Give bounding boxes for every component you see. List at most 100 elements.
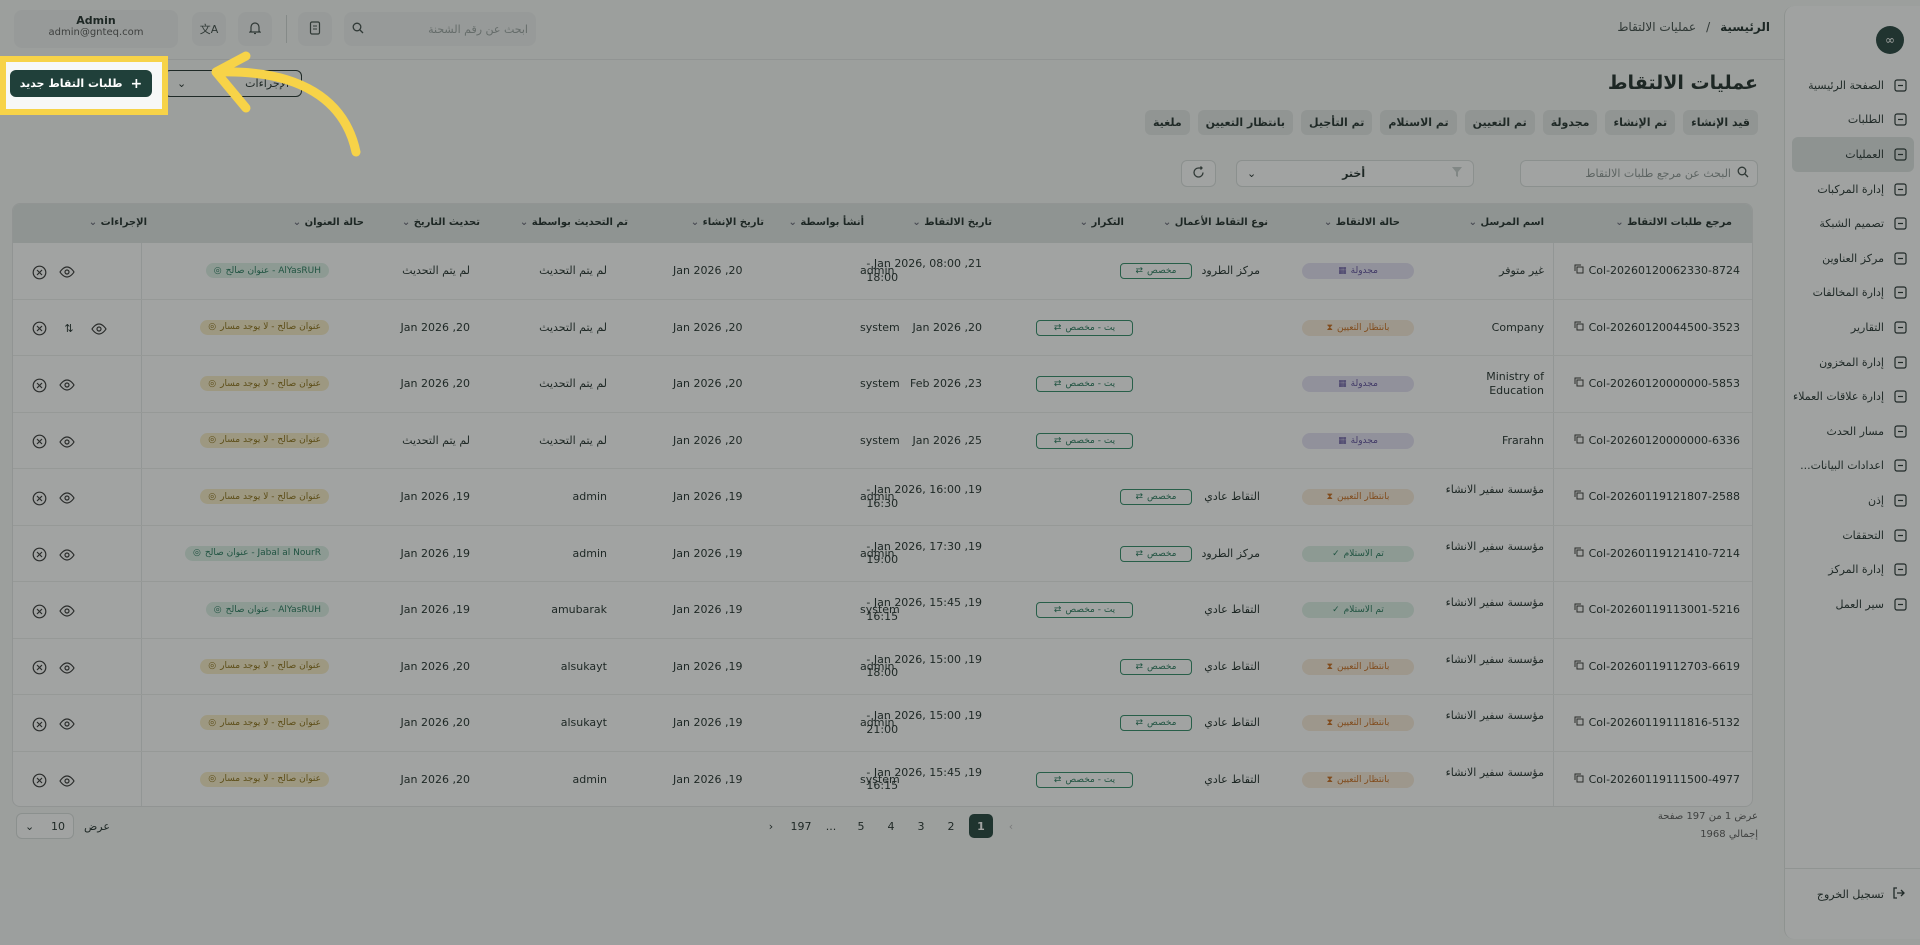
language-button[interactable]: 文A (192, 12, 226, 46)
view-eye-icon[interactable] (59, 434, 75, 450)
pickup-reference[interactable]: Col-20260120044500-3523 (1574, 321, 1740, 334)
cancel-icon[interactable] (31, 716, 47, 732)
sidebar-item-crm[interactable]: إدارة علاقات العملاء (1792, 379, 1914, 414)
view-eye-icon[interactable] (91, 321, 107, 337)
prev-page-button[interactable]: ‹ (999, 814, 1023, 838)
next-page-button[interactable]: › (759, 814, 783, 838)
sidebar-item-hub[interactable]: إدارة المركز (1792, 552, 1914, 587)
pickup-reference[interactable]: Col-20260120062330-8724 (1574, 264, 1740, 277)
cancel-icon[interactable] (31, 773, 47, 789)
cancel-icon[interactable] (31, 434, 47, 450)
cancel-icon[interactable] (31, 603, 47, 619)
new-pickup-button[interactable]: + طلبات التقاط جديد (10, 70, 152, 97)
refresh-button[interactable] (1181, 160, 1216, 187)
tab-status[interactable]: بانتظار التعيين (1197, 110, 1294, 135)
column-header[interactable]: مرجع طلبات الالتقاط ⌄ (1615, 217, 1732, 228)
copy-icon[interactable] (1574, 490, 1584, 503)
view-eye-icon[interactable] (59, 603, 75, 619)
logo-icon[interactable]: ∞ (1876, 26, 1904, 54)
pickup-search-input[interactable]: البحث عن مرجع طلبات الالتقاط (1520, 160, 1758, 187)
tab-status[interactable]: تم التعيين (1464, 110, 1535, 135)
sidebar-item-database[interactable]: اعدادات البيانات... (1792, 449, 1914, 484)
page-button[interactable]: 4 (879, 814, 903, 838)
view-eye-icon[interactable] (59, 264, 75, 280)
column-header[interactable]: أنشأ بواسطة ⌄ (788, 217, 864, 228)
copy-icon[interactable] (1574, 773, 1584, 786)
breadcrumb-home[interactable]: الرئيسية (1720, 20, 1770, 34)
sidebar-item-report[interactable]: التقارير (1792, 310, 1914, 345)
sidebar-item-orders[interactable]: الطلبات (1792, 103, 1914, 138)
column-header[interactable]: تاريخ الإنشاء ⌄ (691, 217, 764, 228)
copy-icon[interactable] (1574, 377, 1584, 390)
copy-icon[interactable] (1574, 547, 1584, 560)
view-eye-icon[interactable] (59, 547, 75, 563)
tab-status[interactable]: تم التأجيل (1301, 110, 1373, 135)
pickup-reference[interactable]: Col-20260120000000-5853 (1574, 377, 1740, 390)
sidebar-item-permission[interactable]: إذن (1792, 483, 1914, 518)
sidebar-item-operations[interactable]: العمليات (1792, 137, 1914, 172)
pickup-reference[interactable]: Col-20260119111500-4977 (1574, 773, 1740, 786)
column-header[interactable]: حالة الالتقاط ⌄ (1324, 217, 1400, 228)
sidebar-item-network[interactable]: تصميم الشبكة (1792, 206, 1914, 241)
page-size-select[interactable]: ⌄ 10 (16, 813, 74, 839)
actions-dropdown[interactable]: ⌄ الإجراءات (164, 70, 302, 97)
column-header[interactable]: التكرار ⌄ (1080, 217, 1124, 228)
tab-status[interactable]: تم الاستلام (1380, 110, 1457, 135)
column-header[interactable]: تحديث التاريخ ⌄ (402, 217, 480, 228)
column-header[interactable]: نوع التقاط الأعمال ⌄ (1163, 217, 1268, 228)
sidebar-item-workflow[interactable]: سير العمل (1792, 587, 1914, 622)
cancel-icon[interactable] (31, 377, 47, 393)
cancel-icon[interactable] (31, 264, 47, 280)
pickup-reference[interactable]: Col-20260119121807-2588 (1574, 490, 1740, 503)
cancel-icon[interactable] (31, 490, 47, 506)
pickup-reference[interactable]: Col-20260119121410-7214 (1574, 547, 1740, 560)
sidebar-item-address[interactable]: مركز العناوين (1792, 241, 1914, 276)
cancel-icon[interactable] (31, 547, 47, 563)
scanner-button[interactable] (298, 12, 332, 46)
view-eye-icon[interactable] (59, 490, 75, 506)
view-eye-icon[interactable] (59, 377, 75, 393)
sidebar-item-verification[interactable]: التحققات (1792, 518, 1914, 553)
pickup-reference[interactable]: Col-20260119111816-5132 (1574, 716, 1740, 729)
tab-status[interactable]: ملغية (1144, 110, 1190, 135)
cancel-icon[interactable] (31, 321, 47, 337)
copy-icon[interactable] (1574, 660, 1584, 673)
page-button[interactable]: 1 (969, 814, 993, 838)
page-button[interactable]: 5 (849, 814, 873, 838)
column-header[interactable]: اسم المرسل ⌄ (1469, 217, 1544, 228)
sidebar-item-route[interactable]: مسار الحدث (1792, 414, 1914, 449)
sidebar-item-truck[interactable]: إدارة المركبات (1792, 172, 1914, 207)
column-header[interactable]: حالة العنوان ⌄ (293, 217, 364, 228)
view-eye-icon[interactable] (59, 716, 75, 732)
user-menu[interactable]: Admin admin@gnteq.com (14, 10, 178, 48)
page-button[interactable]: 3 (909, 814, 933, 838)
page-button[interactable]: 197 (789, 814, 813, 838)
logout-button[interactable]: تسجيل الخروج (1817, 886, 1906, 903)
view-eye-icon[interactable] (59, 773, 75, 789)
shipment-search-input[interactable]: ابحث عن رقم الشحنة (344, 12, 536, 46)
cancel-icon[interactable] (31, 660, 47, 676)
view-eye-icon[interactable] (59, 660, 75, 676)
page-button[interactable]: 2 (939, 814, 963, 838)
copy-icon[interactable] (1574, 264, 1584, 277)
sidebar-item-inventory[interactable]: إدارة المخزون (1792, 345, 1914, 380)
copy-icon[interactable] (1574, 716, 1584, 729)
column-header[interactable]: الإجراءات ⌄ (89, 217, 147, 228)
notification-button[interactable] (238, 12, 272, 46)
copy-icon[interactable] (1574, 603, 1584, 616)
copy-icon[interactable] (1574, 434, 1584, 447)
assign-icon[interactable]: ⇅ (61, 321, 77, 337)
tab-status[interactable]: تم الإنشاء (1605, 110, 1676, 135)
filter-select[interactable]: ⌄ أختر (1236, 160, 1474, 187)
column-header[interactable]: تاريخ الالتقاط ⌄ (912, 217, 992, 228)
sidebar-item-violation[interactable]: إدارة المخالفات (1792, 276, 1914, 311)
pickup-reference[interactable]: Col-20260119113001-5216 (1574, 603, 1740, 616)
sender-name: مؤسسة سفير الانشاء (1445, 483, 1544, 496)
pickup-reference[interactable]: Col-20260120000000-6336 (1574, 434, 1740, 447)
sidebar-item-dashboard[interactable]: الصفحة الرئيسية (1792, 68, 1914, 103)
pickup-reference[interactable]: Col-20260119112703-6619 (1574, 660, 1740, 673)
tab-status[interactable]: قيد الإنشاء (1683, 110, 1758, 135)
copy-icon[interactable] (1574, 321, 1584, 334)
column-header[interactable]: تم التحديث بواسطة ⌄ (520, 217, 628, 228)
tab-status[interactable]: مجدولة (1542, 110, 1598, 135)
